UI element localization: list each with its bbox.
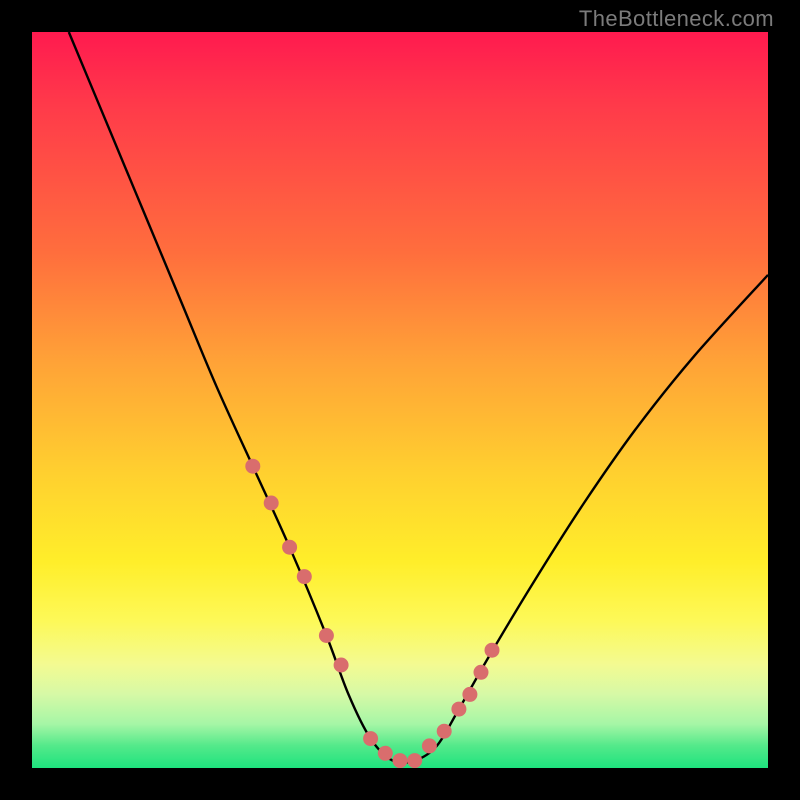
highlight-dot	[393, 753, 408, 768]
highlight-dot	[422, 738, 437, 753]
highlight-dot	[319, 628, 334, 643]
highlight-dot	[437, 724, 452, 739]
watermark-text: TheBottleneck.com	[579, 6, 774, 32]
highlight-dot	[485, 643, 500, 658]
bottleneck-curve-path	[69, 32, 768, 763]
highlight-dot	[474, 665, 489, 680]
highlight-dot	[297, 569, 312, 584]
highlight-dot	[282, 540, 297, 555]
highlight-dot	[264, 496, 279, 511]
plot-area	[32, 32, 768, 768]
highlight-dot	[451, 702, 466, 717]
highlight-dot	[407, 753, 422, 768]
chart-frame: TheBottleneck.com	[0, 0, 800, 800]
highlight-dot	[245, 459, 260, 474]
highlight-dot	[378, 746, 393, 761]
highlight-dot	[363, 731, 378, 746]
highlight-dot	[462, 687, 477, 702]
bottleneck-curve-svg	[32, 32, 768, 768]
highlight-dots-group	[245, 459, 499, 768]
highlight-dot	[334, 658, 349, 673]
